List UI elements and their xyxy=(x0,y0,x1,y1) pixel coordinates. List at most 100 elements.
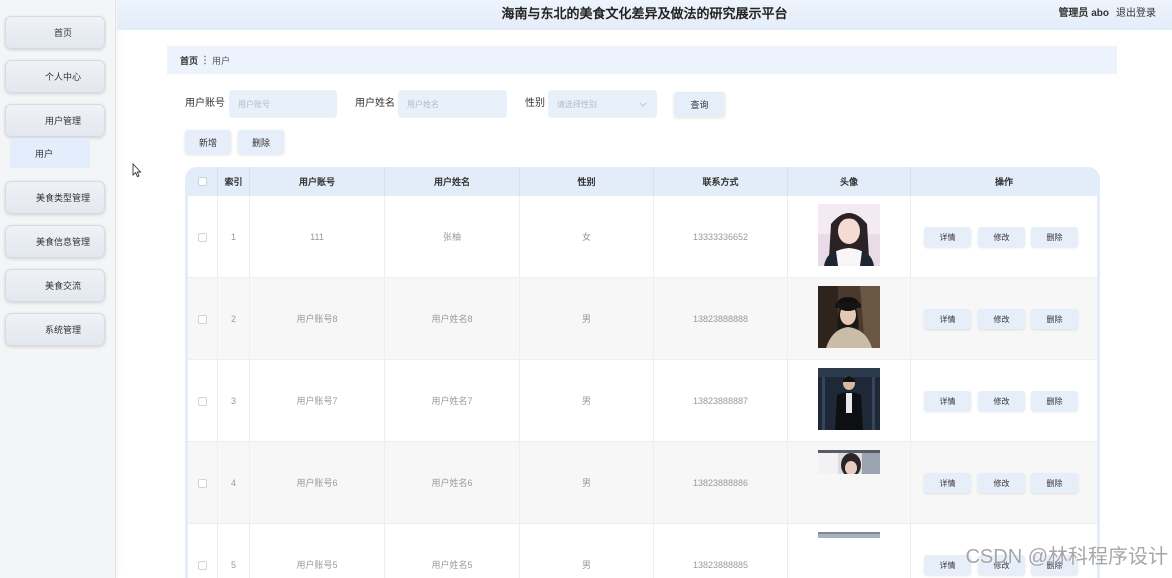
avatar-image xyxy=(818,286,880,348)
edit-button[interactable]: 修改 xyxy=(978,309,1025,329)
gender-select-placeholder: 请选择性别 xyxy=(557,99,597,109)
account-cell: 用户账号8 xyxy=(250,278,385,359)
sidebar-item-label: 首页 xyxy=(53,28,72,38)
watermark: CSDN @林科程序设计 xyxy=(965,546,1168,568)
checkbox-cell xyxy=(188,196,218,277)
account-filter-label: 用户账号 xyxy=(185,98,225,109)
row-checkbox[interactable] xyxy=(198,233,207,242)
checkbox-cell xyxy=(188,360,218,441)
batch-delete-button[interactable]: 删除 xyxy=(238,130,284,154)
gender-cell: 男 xyxy=(520,442,654,523)
delete-button[interactable]: 删除 xyxy=(1031,309,1078,329)
table-header-row: 索引 用户账号 用户姓名 性别 联系方式 头像 操作 xyxy=(188,167,1097,196)
chevron-down-icon xyxy=(639,102,647,107)
actions-cell: 详情 修改 删除 xyxy=(911,196,1097,277)
row-checkbox[interactable] xyxy=(198,397,207,406)
sidebar-item-system-management[interactable]: 系统管理 xyxy=(5,313,105,346)
name-cell: 用户姓名5 xyxy=(385,524,520,578)
select-all-checkbox[interactable] xyxy=(198,177,207,186)
sidebar-subitem-user[interactable]: 用户 xyxy=(10,138,90,168)
index-cell: 3 xyxy=(218,360,250,441)
sidebar-item-user-management[interactable]: 用户管理 xyxy=(5,104,105,137)
row-gender: 男 xyxy=(581,396,591,406)
column-header-index: 索引 xyxy=(218,167,250,196)
delete-button[interactable]: 删除 xyxy=(1031,473,1078,493)
delete-button[interactable]: 删除 xyxy=(1031,391,1078,411)
name-cell: 用户姓名7 xyxy=(385,360,520,441)
account-cell: 用户账号5 xyxy=(250,524,385,578)
row-checkbox[interactable] xyxy=(198,315,207,324)
column-header-account: 用户账号 xyxy=(250,167,385,196)
gender-cell: 女 xyxy=(520,196,654,277)
table-row: 5 用户账号5 用户姓名5 男 13823888885 详情 修改 删除 xyxy=(188,524,1097,578)
row-index: 5 xyxy=(230,560,236,570)
detail-button[interactable]: 详情 xyxy=(924,555,971,575)
current-user-label: 管理员 abo xyxy=(1058,8,1109,19)
avatar-image xyxy=(818,532,880,538)
row-name: 用户姓名6 xyxy=(431,478,473,488)
row-phone: 13333336652 xyxy=(692,232,749,242)
account-search-input[interactable] xyxy=(229,90,337,118)
avatar-image xyxy=(818,204,880,266)
gender-cell: 男 xyxy=(520,360,654,441)
add-button[interactable]: 新增 xyxy=(185,130,231,154)
row-phone: 13823888886 xyxy=(692,478,749,488)
name-cell: 用户姓名6 xyxy=(385,442,520,523)
sidebar-item-profile[interactable]: 个人中心 xyxy=(5,60,105,93)
logout-link[interactable]: 退出登录 xyxy=(1116,8,1156,20)
column-header-actions: 操作 xyxy=(994,177,1013,187)
name-filter-label: 用户姓名 xyxy=(355,98,395,109)
sidebar-item-home[interactable]: 首页 xyxy=(5,16,105,49)
index-cell: 5 xyxy=(218,524,250,578)
row-phone: 13823888885 xyxy=(692,560,749,570)
mouse-pointer-icon xyxy=(132,163,142,178)
sidebar-item-label: 美食交流 xyxy=(44,281,81,291)
row-checkbox[interactable] xyxy=(198,561,207,570)
sidebar-item-food-exchange[interactable]: 美食交流 xyxy=(5,269,105,302)
detail-button[interactable]: 详情 xyxy=(924,473,971,493)
gender-select[interactable]: 请选择性别 xyxy=(548,90,657,118)
phone-cell: 13823888887 xyxy=(654,360,788,441)
column-header-phone: 联系方式 xyxy=(654,167,788,196)
breadcrumb-home-link[interactable]: 首页 xyxy=(180,54,198,67)
checkbox-cell xyxy=(188,524,218,578)
edit-button[interactable]: 修改 xyxy=(978,227,1025,247)
edit-button[interactable]: 修改 xyxy=(978,473,1025,493)
account-cell: 111 xyxy=(250,196,385,277)
phone-cell: 13823888888 xyxy=(654,278,788,359)
app-title: 海南与东北的美食文化差异及做法的研究展示平台 xyxy=(501,6,788,21)
sidebar: 首页 个人中心 用户管理 用户 美食类型管理 美食信息管理 美食交流 系统管理 xyxy=(0,0,116,578)
avatar-image xyxy=(818,450,880,474)
column-header-gender: 性别 xyxy=(520,167,654,196)
gender-cell: 男 xyxy=(520,278,654,359)
detail-button[interactable]: 详情 xyxy=(924,309,971,329)
checkbox-cell xyxy=(188,278,218,359)
row-account: 111 xyxy=(310,232,324,242)
edit-button[interactable]: 修改 xyxy=(978,391,1025,411)
name-search-input[interactable] xyxy=(398,90,507,118)
breadcrumb: 首页 用户 xyxy=(167,46,1117,74)
row-index: 4 xyxy=(230,478,236,488)
top-header: 海南与东北的美食文化差异及做法的研究展示平台 管理员 abo 退出登录 xyxy=(117,0,1172,30)
query-button[interactable]: 查询 xyxy=(674,92,725,117)
detail-button[interactable]: 详情 xyxy=(924,391,971,411)
row-index: 3 xyxy=(230,396,236,406)
sidebar-item-food-type-management[interactable]: 美食类型管理 xyxy=(5,181,105,214)
avatar-cell xyxy=(788,196,911,277)
avatar-cell xyxy=(788,360,911,441)
sidebar-item-label: 用户管理 xyxy=(44,116,81,126)
actions-cell: 详情 修改 删除 xyxy=(911,360,1097,441)
row-checkbox[interactable] xyxy=(198,479,207,488)
row-gender: 男 xyxy=(581,314,591,324)
column-header-avatar: 头像 xyxy=(788,167,911,196)
row-index: 2 xyxy=(230,314,236,324)
avatar-cell xyxy=(788,524,911,578)
sidebar-item-food-info-management[interactable]: 美食信息管理 xyxy=(5,225,105,258)
row-gender: 男 xyxy=(581,478,591,488)
gender-filter-label: 性别 xyxy=(525,98,545,109)
row-name: 用户姓名7 xyxy=(431,396,473,406)
avatar-image xyxy=(818,368,880,430)
delete-button[interactable]: 删除 xyxy=(1031,227,1078,247)
detail-button[interactable]: 详情 xyxy=(924,227,971,247)
sidebar-item-label: 美食类型管理 xyxy=(35,193,90,203)
